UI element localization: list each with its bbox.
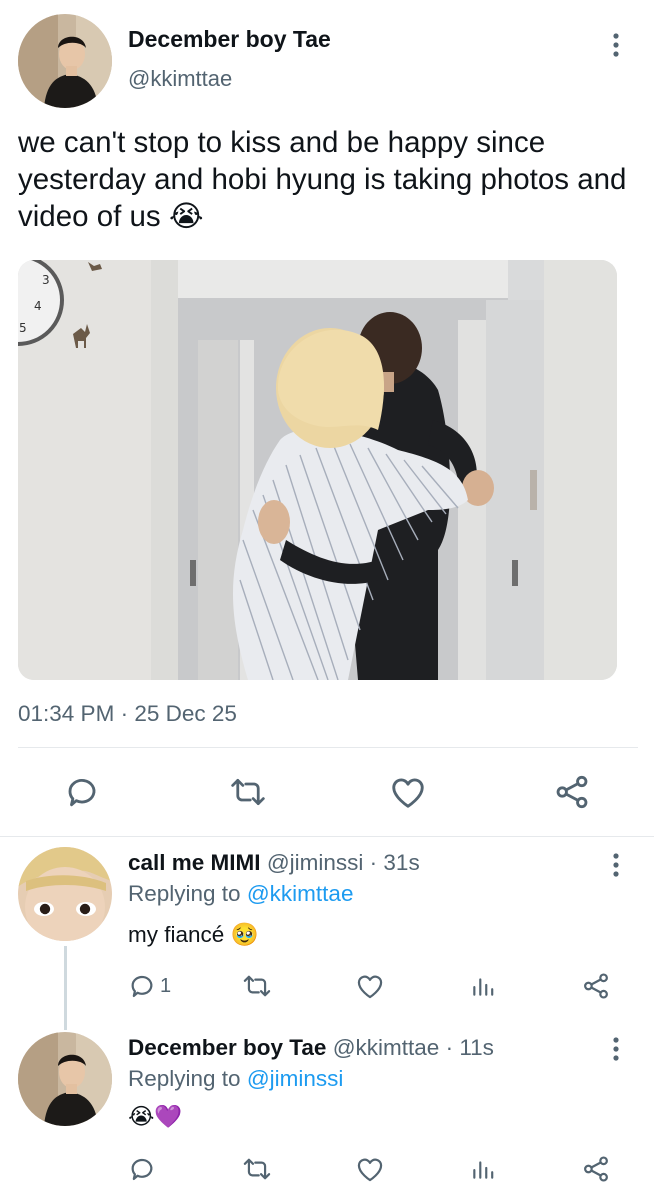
analytics-icon	[473, 978, 494, 996]
reply-share-button[interactable]	[582, 972, 610, 1000]
reply-icon	[131, 975, 153, 998]
timestamp-separator: ·	[120, 701, 129, 726]
clock-number-3: 3	[42, 273, 50, 287]
tweet-text-content: we can't stop to kiss and be happy since…	[18, 126, 627, 233]
reply-author-name[interactable]: call me MIMI	[128, 850, 261, 875]
reply-author-handle[interactable]: @jiminssi	[267, 850, 364, 875]
replying-to: Replying to @jiminssi	[128, 1066, 343, 1092]
reply-avatar[interactable]	[18, 1032, 112, 1126]
reply-analytics-button[interactable]	[470, 972, 496, 1000]
emoji-text: 😭💜	[128, 1104, 183, 1129]
reply-header: call me MIMI @jiminssi · 31s	[128, 850, 420, 876]
more-options-button[interactable]	[606, 30, 626, 60]
more-icon	[613, 1037, 619, 1061]
reply-button[interactable]	[64, 774, 100, 810]
author-avatar[interactable]	[18, 14, 112, 108]
replying-to: Replying to @kkimttae	[128, 881, 353, 907]
heart-icon	[357, 975, 383, 999]
reply-time[interactable]: · 11s	[446, 1035, 494, 1060]
tweet-timestamp[interactable]: 01:34 PM · 25 Dec 25	[18, 701, 237, 727]
reply-retweet-button[interactable]	[242, 1155, 272, 1183]
reply-icon	[131, 1158, 153, 1181]
like-button[interactable]	[390, 775, 426, 809]
reply-more-button[interactable]	[606, 1034, 626, 1064]
reply-author-handle[interactable]: @kkimttae	[333, 1035, 440, 1060]
tweet-time: 01:34 PM	[18, 701, 115, 726]
heart-icon	[392, 778, 424, 808]
clock-number-5: 5	[19, 321, 27, 335]
share-icon	[556, 775, 588, 809]
replying-to-handle[interactable]: @kkimttae	[247, 881, 354, 906]
share-icon	[584, 973, 608, 999]
author-name[interactable]: December boy Tae	[128, 26, 331, 53]
share-button[interactable]	[554, 774, 590, 810]
reply-reply-button[interactable]: 1	[128, 972, 171, 1000]
reply-like-button[interactable]	[356, 1156, 384, 1182]
reply-icon	[68, 779, 96, 807]
tweet-photo[interactable]: 3 4 5	[18, 260, 617, 680]
reply-retweet-button[interactable]	[242, 972, 272, 1000]
clock-number-4: 4	[34, 299, 42, 313]
thread-line	[64, 946, 67, 1030]
more-icon	[613, 33, 619, 57]
reply-text-content: my fiancé	[128, 922, 225, 947]
retweet-button[interactable]	[229, 774, 267, 810]
reply-count: 1	[160, 974, 172, 997]
reply-time[interactable]: · 31s	[370, 850, 420, 875]
reply-text: 😭💜	[128, 1104, 182, 1130]
retweet-icon	[243, 975, 271, 997]
reply-analytics-button[interactable]	[470, 1155, 496, 1183]
divider-top	[18, 747, 638, 748]
crying-emoji: 😭	[168, 200, 204, 233]
reply-like-button[interactable]	[356, 973, 384, 999]
divider-bottom	[0, 836, 654, 837]
retweet-icon	[243, 1158, 271, 1180]
share-icon	[584, 1156, 608, 1182]
reply-more-button[interactable]	[606, 850, 626, 880]
reply-text: my fiancé 🥹	[128, 922, 259, 948]
replying-to-label: Replying to	[128, 1066, 241, 1091]
tweet-text: we can't stop to kiss and be happy since…	[18, 124, 638, 235]
reply-reply-button[interactable]	[128, 1155, 156, 1183]
retweet-icon	[231, 778, 265, 806]
tweet-date: 25 Dec 25	[134, 701, 237, 726]
reply-share-button[interactable]	[582, 1155, 610, 1183]
more-icon	[613, 853, 619, 877]
analytics-icon	[473, 1161, 494, 1179]
replying-to-handle[interactable]: @jiminssi	[247, 1066, 344, 1091]
reply-header: December boy Tae @kkimttae · 11s	[128, 1035, 494, 1061]
reply-author-name[interactable]: December boy Tae	[128, 1035, 326, 1060]
author-handle[interactable]: @kkimttae	[128, 66, 232, 92]
replying-to-label: Replying to	[128, 881, 241, 906]
heart-icon	[357, 1158, 383, 1182]
pleading-emoji: 🥹	[230, 922, 259, 947]
reply-avatar[interactable]	[18, 847, 112, 941]
